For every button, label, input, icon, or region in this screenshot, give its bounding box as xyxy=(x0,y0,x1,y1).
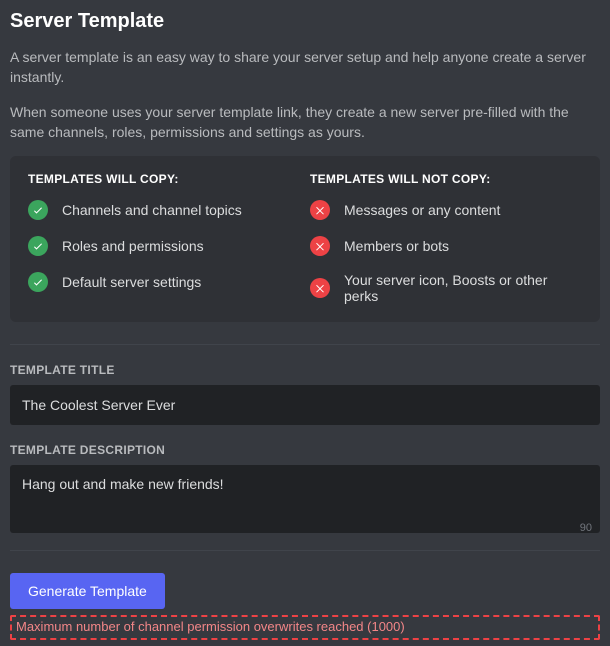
list-item: Messages or any content xyxy=(310,200,582,220)
x-icon xyxy=(310,200,330,220)
check-icon xyxy=(28,236,48,256)
char-count: 90 xyxy=(580,522,592,534)
intro-paragraph-2: When someone uses your server template l… xyxy=(10,102,600,143)
x-icon xyxy=(310,236,330,256)
generate-template-button[interactable]: Generate Template xyxy=(10,573,165,609)
list-item-label: Roles and permissions xyxy=(62,238,204,254)
x-icon xyxy=(310,278,330,298)
template-description-label: TEMPLATE DESCRIPTION xyxy=(10,443,600,457)
page-title: Server Template xyxy=(10,10,600,33)
will-copy-column: TEMPLATES WILL COPY: Channels and channe… xyxy=(28,172,300,308)
section-divider xyxy=(10,550,600,551)
check-icon xyxy=(28,272,48,292)
intro-paragraph-1: A server template is an easy way to shar… xyxy=(10,47,600,88)
list-item-label: Messages or any content xyxy=(344,202,500,218)
error-message: Maximum number of channel permission ove… xyxy=(10,615,600,640)
will-not-copy-column: TEMPLATES WILL NOT COPY: Messages or any… xyxy=(310,172,582,308)
template-title-label: TEMPLATE TITLE xyxy=(10,363,600,377)
template-description-input[interactable] xyxy=(10,465,600,533)
section-divider xyxy=(10,344,600,345)
list-item: Channels and channel topics xyxy=(28,200,300,220)
list-item-label: Your server icon, Boosts or other perks xyxy=(344,272,582,304)
list-item: Default server settings xyxy=(28,272,300,292)
list-item-label: Members or bots xyxy=(344,238,449,254)
template-copy-info-card: TEMPLATES WILL COPY: Channels and channe… xyxy=(10,156,600,322)
will-not-copy-heading: TEMPLATES WILL NOT COPY: xyxy=(310,172,582,186)
list-item-label: Channels and channel topics xyxy=(62,202,242,218)
will-copy-heading: TEMPLATES WILL COPY: xyxy=(28,172,300,186)
list-item: Your server icon, Boosts or other perks xyxy=(310,272,582,304)
list-item: Roles and permissions xyxy=(28,236,300,256)
list-item-label: Default server settings xyxy=(62,274,201,290)
list-item: Members or bots xyxy=(310,236,582,256)
check-icon xyxy=(28,200,48,220)
template-title-input[interactable] xyxy=(10,385,600,425)
